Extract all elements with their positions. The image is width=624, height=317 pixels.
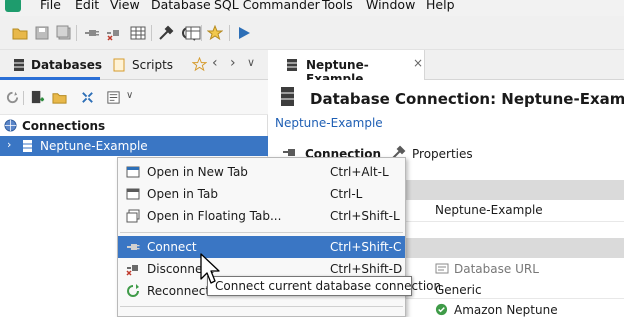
menu-item-shortcut: Ctrl+Shift-C xyxy=(330,240,402,254)
menu-item-open-in-floating-tab[interactable]: Open in Floating Tab... Ctrl+Shift-L xyxy=(118,205,405,227)
database-icon xyxy=(14,59,24,71)
left-toolbar: ∨ xyxy=(0,80,268,115)
close-tab-icon[interactable]: × xyxy=(413,56,423,70)
tree-item-neptune-example[interactable]: › Neptune-Example xyxy=(0,136,268,156)
database-icon xyxy=(281,87,294,106)
tree-item-label: Neptune-Example xyxy=(40,139,148,153)
menu-view[interactable]: View xyxy=(110,0,140,12)
breadcrumb-link[interactable]: Neptune-Example xyxy=(275,116,383,130)
floating-tab-icon xyxy=(126,209,140,223)
globe-icon xyxy=(4,119,17,132)
tab-databases[interactable]: Databases xyxy=(31,58,102,72)
expand-arrow-icon[interactable]: › xyxy=(7,138,11,151)
menu-item-open-in-tab[interactable]: Open in Tab Ctrl-L xyxy=(118,183,405,205)
editor-tab-bar: Neptune-Example × xyxy=(275,50,624,86)
menu-database[interactable]: Database xyxy=(151,0,211,12)
favorites-icon[interactable] xyxy=(207,25,223,41)
connections-label: Connections xyxy=(22,119,106,133)
check-icon xyxy=(435,303,448,316)
main-toolbar xyxy=(0,16,624,50)
menu-item-connect[interactable]: Connect Ctrl+Shift-C xyxy=(118,236,405,258)
filter-icon[interactable] xyxy=(106,90,121,105)
database-icon xyxy=(23,140,32,152)
menu-item-label: Connect xyxy=(147,240,197,254)
menu-edit[interactable]: Edit xyxy=(75,0,99,12)
toolbar-separator xyxy=(201,25,202,41)
menu-help[interactable]: Help xyxy=(426,0,455,12)
scripts-icon xyxy=(113,58,125,72)
new-tab-icon xyxy=(126,166,140,178)
menu-file[interactable]: File xyxy=(40,0,61,12)
menu-item-shortcut: Ctrl+Shift-L xyxy=(330,209,400,223)
mouse-cursor-icon xyxy=(200,253,220,284)
connect-icon[interactable] xyxy=(84,25,100,41)
table-icon[interactable] xyxy=(185,25,201,41)
disconnect-icon xyxy=(126,265,138,276)
chevron-down-icon[interactable]: ∨ xyxy=(247,56,255,69)
refresh-icon[interactable] xyxy=(6,91,19,104)
menu-separator xyxy=(120,232,403,233)
menu-window[interactable]: Window xyxy=(366,0,415,12)
menu-item-shortcut: Ctrl-L xyxy=(330,187,363,201)
menu-item-label: Open in Tab xyxy=(147,187,218,201)
execute-icon[interactable] xyxy=(236,25,252,41)
database-url-label: Database URL xyxy=(454,262,539,276)
menu-item-shortcut: Ctrl+Alt-L xyxy=(330,165,389,179)
tools-icon[interactable] xyxy=(158,25,174,41)
connections-root[interactable]: Connections xyxy=(0,116,268,136)
app-logo-icon xyxy=(5,0,21,12)
url-icon xyxy=(435,263,449,274)
new-folder-icon[interactable] xyxy=(52,90,67,105)
menu-tools[interactable]: Tools xyxy=(322,0,353,12)
toolbar-separator xyxy=(151,25,152,41)
disconnect-icon[interactable] xyxy=(106,25,122,41)
connect-icon xyxy=(127,244,140,250)
left-tab-bar: Databases Scripts ‹ › ∨ xyxy=(0,50,268,80)
chevron-right-icon[interactable]: › xyxy=(230,55,236,71)
menu-separator xyxy=(120,306,403,307)
tab-neptune-example[interactable]: Neptune-Example × xyxy=(275,50,425,86)
tab-icon xyxy=(126,188,140,200)
grid-icon[interactable] xyxy=(130,25,146,41)
menu-item-shortcut: Ctrl+Shift-D xyxy=(330,262,403,276)
star-icon[interactable] xyxy=(192,57,207,72)
driver-value[interactable]: Amazon Neptune xyxy=(454,303,558,317)
menu-sql-commander[interactable]: SQL Commander xyxy=(214,0,320,12)
tooltip: Connect current database connection xyxy=(207,276,441,296)
menu-item-label: Open in New Tab xyxy=(147,165,248,179)
open-folder-icon[interactable] xyxy=(12,25,28,41)
subtab-properties[interactable]: Properties xyxy=(412,147,473,161)
chevron-left-icon[interactable]: ‹ xyxy=(212,55,218,71)
connection-name-value[interactable]: Neptune-Example xyxy=(435,203,543,217)
new-connection-icon[interactable] xyxy=(30,90,45,105)
collapse-icon[interactable] xyxy=(80,90,95,105)
save-all-icon[interactable] xyxy=(56,25,72,41)
menu-item-open-in-new-tab[interactable]: Open in New Tab Ctrl+Alt-L xyxy=(118,161,405,183)
database-icon xyxy=(287,59,297,71)
menu-bar: File Edit View Database SQL Commander To… xyxy=(0,0,624,16)
chevron-down-icon[interactable]: ∨ xyxy=(126,90,133,101)
toolbar-separator xyxy=(23,91,24,105)
save-icon[interactable] xyxy=(34,25,50,41)
page-title: Database Connection: Neptune-Example xyxy=(310,90,624,108)
toolbar-separator xyxy=(229,25,230,41)
menu-item-label: Open in Floating Tab... xyxy=(147,209,282,223)
tab-scripts[interactable]: Scripts xyxy=(132,58,173,72)
reconnect-icon xyxy=(127,284,139,297)
driver-type-value[interactable]: Generic xyxy=(435,283,482,297)
toolbar-separator xyxy=(76,25,77,41)
